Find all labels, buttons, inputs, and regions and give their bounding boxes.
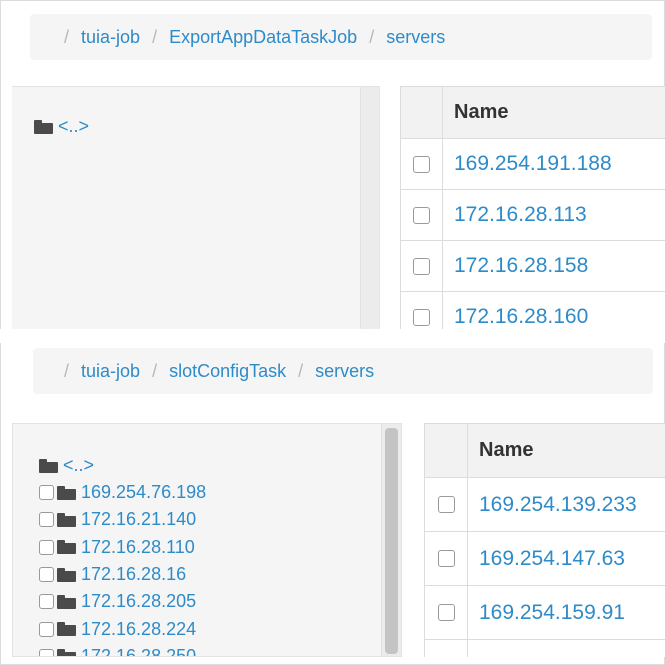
- tree-item[interactable]: 172.16.28.16: [39, 561, 206, 588]
- row-checkbox[interactable]: [413, 308, 430, 326]
- server-name-link[interactable]: 172.16.28.113: [443, 190, 587, 240]
- tree-item-checkbox[interactable]: [39, 621, 54, 637]
- folder-icon: [57, 594, 76, 609]
- row-checkbox-cell: [425, 586, 468, 639]
- breadcrumb-separator: /: [152, 26, 158, 47]
- table-row[interactable]: 169.254.159.91: [425, 586, 665, 640]
- breadcrumb-item-project[interactable]: tuia-job: [81, 361, 140, 382]
- tree-item-checkbox[interactable]: [39, 594, 54, 610]
- tree-parent-item[interactable]: <..>: [34, 113, 89, 140]
- folder-icon: [57, 540, 76, 555]
- breadcrumb-separator: /: [152, 360, 158, 381]
- row-checkbox[interactable]: [413, 257, 430, 275]
- tree-item-link[interactable]: 169.254.76.198: [81, 482, 206, 503]
- folder-icon: [57, 567, 76, 582]
- row-checkbox-cell: [425, 640, 468, 657]
- tree-item-checkbox[interactable]: [39, 567, 54, 583]
- tree-item[interactable]: 172.16.28.110: [39, 534, 206, 561]
- parent-directory-link[interactable]: <..>: [58, 116, 89, 137]
- table-header: Name: [425, 424, 665, 478]
- tree-parent-item[interactable]: <..>: [39, 452, 94, 479]
- scrollbar-thumb[interactable]: [385, 428, 398, 654]
- header-checkbox-cell: [425, 424, 468, 477]
- tree-item-link[interactable]: 172.16.28.110: [81, 537, 195, 558]
- tree-item-checkbox[interactable]: [39, 539, 54, 555]
- breadcrumb-separator: /: [64, 360, 70, 381]
- folder-icon: [39, 458, 58, 473]
- parent-directory-link[interactable]: <..>: [63, 455, 94, 476]
- server-name-link[interactable]: 169.254.191.188: [443, 139, 612, 189]
- tree-item-link[interactable]: 172.16.28.224: [81, 619, 196, 640]
- panel-divider: [0, 329, 665, 343]
- row-checkbox-cell: [401, 139, 443, 189]
- row-checkbox-cell: [425, 532, 468, 585]
- folder-icon: [57, 622, 76, 637]
- tree-item-link[interactable]: 172.16.28.16: [81, 564, 186, 585]
- servers-table: Name 169.254.191.188 172.16.28.113 172.1…: [400, 86, 665, 336]
- tree-scrollbar[interactable]: [360, 87, 379, 335]
- tree-item[interactable]: 169.254.76.198: [39, 479, 206, 506]
- breadcrumb-separator: /: [369, 26, 375, 47]
- server-name-link[interactable]: [468, 640, 479, 657]
- table-row[interactable]: [425, 640, 665, 657]
- table-header: Name: [401, 87, 665, 139]
- server-name-link[interactable]: 169.254.147.63: [468, 532, 625, 585]
- row-checkbox-cell: [425, 478, 468, 531]
- table-row[interactable]: 172.16.28.113: [401, 190, 665, 241]
- row-checkbox[interactable]: [437, 550, 455, 567]
- breadcrumb-item-job[interactable]: slotConfigTask: [169, 361, 286, 382]
- tree-item-checkbox[interactable]: [39, 485, 54, 501]
- folder-icon: [57, 512, 76, 527]
- server-name-link[interactable]: 172.16.28.158: [443, 241, 588, 291]
- folder-tree: <..> 169.254.76.198 172.16.21.140 172.16…: [12, 423, 402, 657]
- tree-item-link[interactable]: 172.16.28.205: [81, 591, 196, 612]
- folder-tree: <..>: [12, 86, 380, 336]
- folder-icon: [57, 649, 76, 656]
- breadcrumb-item-servers[interactable]: servers: [386, 27, 445, 48]
- breadcrumb-item-servers[interactable]: servers: [315, 361, 374, 382]
- table-row[interactable]: 169.254.191.188: [401, 139, 665, 190]
- breadcrumb-item-project[interactable]: tuia-job: [81, 27, 140, 48]
- tree-item[interactable]: 172.16.21.140: [39, 506, 206, 533]
- folder-icon: [34, 119, 53, 134]
- server-name-link[interactable]: 169.254.159.91: [468, 586, 625, 639]
- tree-item-checkbox[interactable]: [39, 648, 54, 656]
- folder-icon: [57, 485, 76, 500]
- tree-item[interactable]: 172.16.28.224: [39, 615, 206, 642]
- tree-item[interactable]: 172.16.28.205: [39, 588, 206, 615]
- tree-scrollbar[interactable]: [381, 424, 401, 656]
- row-checkbox-cell: [401, 241, 443, 291]
- column-header-name[interactable]: Name: [443, 87, 508, 138]
- row-checkbox[interactable]: [437, 496, 455, 513]
- tree-item-link[interactable]: 172.16.28.250: [81, 646, 196, 656]
- column-header-name[interactable]: Name: [468, 424, 533, 477]
- table-row[interactable]: 169.254.147.63: [425, 532, 665, 586]
- tree-item-link[interactable]: 172.16.21.140: [81, 509, 196, 530]
- breadcrumb: / tuia-job / ExportAppDataTaskJob / serv…: [30, 14, 652, 60]
- row-checkbox[interactable]: [413, 206, 430, 224]
- breadcrumb: / tuia-job / slotConfigTask / servers: [33, 348, 653, 394]
- table-row[interactable]: 169.254.139.233: [425, 478, 665, 532]
- header-checkbox-cell: [401, 87, 443, 138]
- server-name-link[interactable]: 169.254.139.233: [468, 478, 637, 531]
- row-checkbox-cell: [401, 190, 443, 240]
- tree-item-checkbox[interactable]: [39, 512, 54, 528]
- table-row[interactable]: 172.16.28.158: [401, 241, 665, 292]
- row-checkbox[interactable]: [437, 604, 455, 621]
- servers-table: Name 169.254.139.233 169.254.147.63 169.…: [424, 423, 665, 657]
- tree-item[interactable]: 172.16.28.250: [39, 643, 206, 656]
- breadcrumb-item-job[interactable]: ExportAppDataTaskJob: [169, 27, 357, 48]
- breadcrumb-separator: /: [298, 360, 304, 381]
- breadcrumb-separator: /: [64, 26, 70, 47]
- row-checkbox[interactable]: [413, 155, 430, 173]
